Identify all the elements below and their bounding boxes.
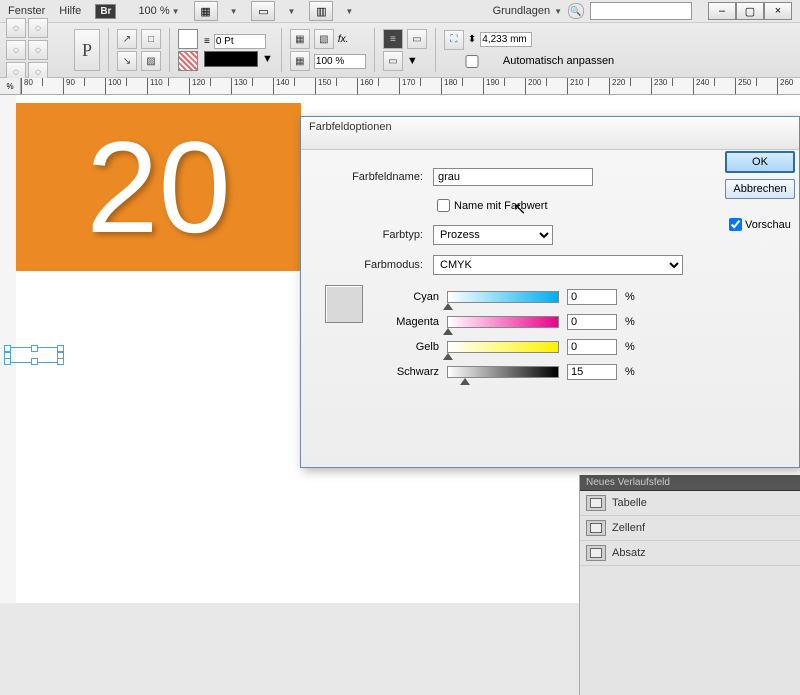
- minimize-button[interactable]: –: [708, 2, 736, 20]
- stroke-weight-input[interactable]: [214, 34, 266, 49]
- maximize-button[interactable]: ▢: [736, 2, 764, 20]
- fill-swatch[interactable]: [178, 29, 198, 49]
- tool-icon[interactable]: ↘: [117, 51, 137, 71]
- color-slider[interactable]: [447, 316, 559, 328]
- menu-fenster[interactable]: Fenster: [8, 5, 45, 17]
- slider-label: Schwarz: [383, 366, 439, 378]
- arrange-button[interactable]: ▥: [309, 1, 333, 21]
- opacity-input[interactable]: [314, 54, 366, 69]
- preview-checkbox[interactable]: [729, 218, 742, 231]
- slider-value-input[interactable]: [567, 339, 617, 355]
- percent-label: %: [625, 341, 635, 353]
- swatch-name-input[interactable]: [433, 168, 593, 186]
- color-mode-select[interactable]: CMYK: [433, 255, 683, 275]
- cancel-button[interactable]: Abbrechen: [725, 179, 795, 199]
- tool-icon[interactable]: ▧: [314, 29, 334, 49]
- color-type-label: Farbtyp:: [315, 229, 433, 241]
- tool-icon[interactable]: ◌: [28, 40, 48, 60]
- menu-bar: Fenster Hilfe Br 100 % ▼ ▦▼ ▭▼ ▥▼ Grundl…: [0, 0, 800, 23]
- swatch-options-dialog: Farbfeldoptionen Farbfeldname: Name mit …: [300, 116, 800, 468]
- search-icon: 🔍: [568, 3, 584, 19]
- color-mode-label: Farbmodus:: [315, 259, 433, 271]
- tool-icon[interactable]: ↗: [117, 29, 137, 49]
- swatch-name-label: Farbfeldname:: [315, 171, 433, 183]
- percent-label: %: [625, 291, 635, 303]
- tool-icon[interactable]: ▦: [290, 29, 310, 49]
- zoom-value: 100 %: [138, 5, 169, 17]
- tool-icon[interactable]: ▨: [141, 51, 161, 71]
- autofit-checkbox[interactable]: [448, 55, 496, 68]
- slider-value-input[interactable]: [567, 314, 617, 330]
- horizontal-ruler: % 80901001101201301401501601701801902002…: [0, 78, 800, 95]
- slider-label: Magenta: [383, 316, 439, 328]
- ruler-origin[interactable]: %: [0, 78, 21, 94]
- slider-label: Gelb: [383, 341, 439, 353]
- panel-item[interactable]: Tabelle: [580, 491, 800, 516]
- tool-group-1: ◌ ◌ ◌ ◌ ◌ ◌: [6, 18, 68, 82]
- panel-icon: [586, 545, 606, 561]
- name-with-color-checkbox[interactable]: [437, 199, 450, 212]
- selected-frame[interactable]: [6, 347, 62, 363]
- slider-value-input[interactable]: [567, 364, 617, 380]
- ok-button[interactable]: OK: [725, 151, 795, 173]
- tool-icon[interactable]: ◌: [6, 40, 26, 60]
- tool-icon[interactable]: ◌: [6, 18, 26, 38]
- zoom-control[interactable]: 100 % ▼: [138, 5, 179, 17]
- name-with-color-label: Name mit Farbwert: [454, 200, 548, 212]
- tool-icon[interactable]: ▭: [407, 29, 427, 49]
- panel-icon: [586, 495, 606, 511]
- close-button[interactable]: ×: [764, 2, 792, 20]
- panel-item[interactable]: Absatz: [580, 541, 800, 566]
- menu-hilfe[interactable]: Hilfe: [59, 5, 81, 17]
- color-slider[interactable]: [447, 366, 559, 378]
- chevron-down-icon: ▼: [172, 7, 180, 16]
- size-input[interactable]: [480, 32, 532, 47]
- panel-header[interactable]: Neues Verlaufsfeld: [580, 475, 800, 491]
- screen-mode-button[interactable]: ▭: [251, 1, 275, 21]
- character-panel-button[interactable]: P: [74, 29, 100, 71]
- slider-label: Cyan: [383, 291, 439, 303]
- stroke-swatch[interactable]: [178, 51, 198, 71]
- workspace-switcher[interactable]: Grundlagen: [493, 5, 551, 17]
- panels-dock: Neues Verlaufsfeld TabelleZellenfAbsatz: [579, 475, 800, 695]
- percent-label: %: [625, 316, 635, 328]
- tool-icon[interactable]: ▦: [290, 51, 310, 71]
- color-type-select[interactable]: Prozess: [433, 225, 553, 245]
- tool-icon[interactable]: ▭: [383, 51, 403, 71]
- color-slider[interactable]: [447, 341, 559, 353]
- panel-item[interactable]: Zellenf: [580, 516, 800, 541]
- slider-value-input[interactable]: [567, 289, 617, 305]
- view-options-button[interactable]: ▦: [194, 1, 218, 21]
- stroke-style[interactable]: [204, 51, 258, 67]
- frame-fitting-icon[interactable]: ⛶: [444, 30, 464, 50]
- chevron-down-icon: ▼: [554, 7, 562, 16]
- control-panel: ◌ ◌ ◌ ◌ ◌ ◌ P ↗□ ↘▨ ≡ ▼ ▦▧fx. ▦ ≡▭ ▭▼ ⛶⬍…: [0, 23, 800, 78]
- preview-label: Vorschau: [745, 219, 791, 231]
- bridge-button[interactable]: Br: [95, 4, 116, 19]
- orange-frame[interactable]: 20: [16, 103, 301, 271]
- search-input[interactable]: [590, 2, 692, 20]
- tool-icon[interactable]: ◌: [28, 18, 48, 38]
- color-preview-swatch: [325, 285, 363, 323]
- autofit-label: Automatisch anpassen: [503, 55, 614, 67]
- percent-label: %: [625, 366, 635, 378]
- headline-text: 20: [86, 112, 231, 262]
- text-wrap-icon[interactable]: ≡: [383, 29, 403, 49]
- tool-icon[interactable]: □: [141, 29, 161, 49]
- color-slider[interactable]: [447, 291, 559, 303]
- panel-icon: [586, 520, 606, 536]
